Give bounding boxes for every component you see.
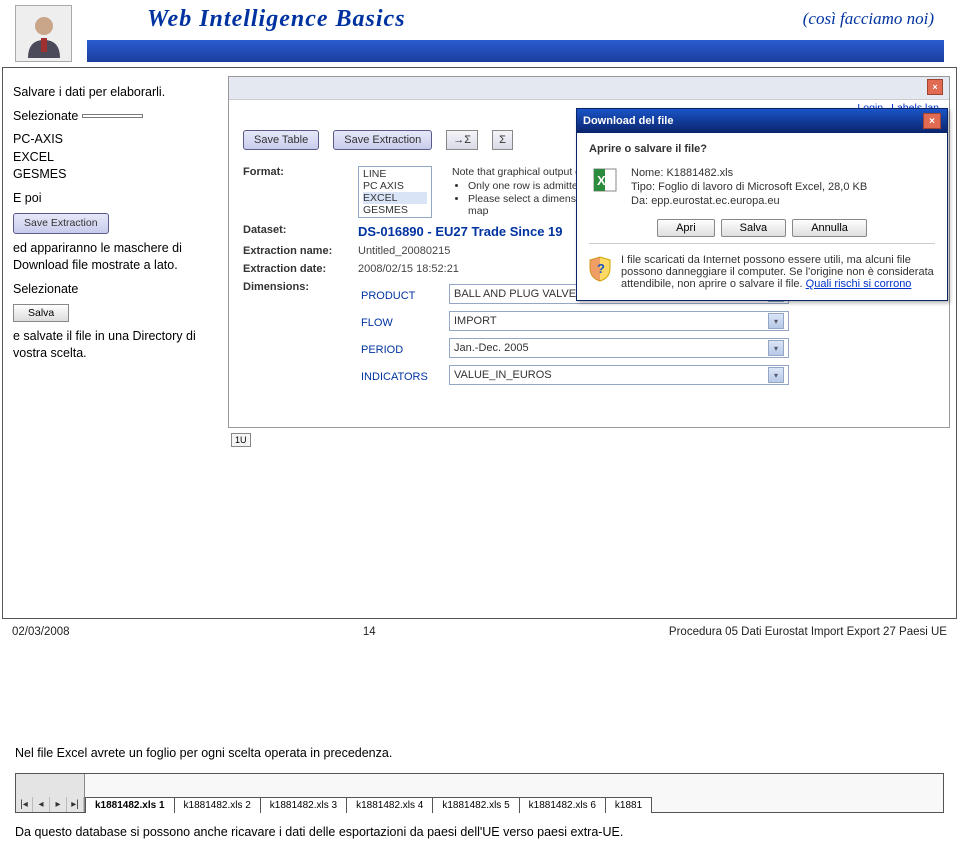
instr-p4: Selezionate <box>13 281 233 299</box>
file-type: Foglio di lavoro di Microsoft Excel, 28,… <box>658 181 867 193</box>
download-dialog: Download del file × Aprire o salvare il … <box>576 108 948 301</box>
sigma-arrow-button[interactable]: →Σ <box>446 130 478 150</box>
extname-label: Extraction name: <box>243 245 332 257</box>
below-note-1: Nel file Excel avrete un foglio per ogni… <box>15 746 944 760</box>
exit-icon[interactable]: × <box>927 79 943 95</box>
dialog-question: Aprire o salvare il file? <box>589 143 935 155</box>
format-listbox[interactable]: LINE PC AXIS EXCEL GESMES <box>358 166 432 218</box>
format-label: Format: <box>243 166 284 178</box>
instructions-column: Salvare i dati per elaborarli. Seleziona… <box>5 78 233 369</box>
save-table-button[interactable]: Save Table <box>243 130 319 150</box>
dataset-label: Dataset: <box>243 224 286 236</box>
instr-p3: ed appariranno le maschere di Download f… <box>13 240 233 275</box>
instr-p1: Salvare i dati per elaborarli. <box>13 84 233 102</box>
browser-bar: × <box>229 77 949 100</box>
dim-period-label: PERIOD <box>360 337 446 362</box>
extdate-value: 2008/02/15 18:52:21 <box>358 263 459 275</box>
apri-button[interactable]: Apri <box>657 219 715 237</box>
annulla-button[interactable]: Annulla <box>792 219 867 237</box>
close-icon[interactable]: × <box>923 113 941 129</box>
sheet-tab[interactable]: k1881482.xls 6 <box>519 797 606 813</box>
sheet-tab[interactable]: k1881482.xls 5 <box>432 797 519 813</box>
sheet-nav[interactable]: |◂◂▸▸| <box>16 774 85 812</box>
header: Web Intelligence Basics (così facciamo n… <box>0 0 959 62</box>
instr-p2a: Selezionate <box>13 109 78 123</box>
svg-text:X: X <box>597 173 606 188</box>
below-note-2: Da questo database si possono anche rica… <box>15 825 944 839</box>
extdate-label: Extraction date: <box>243 263 326 275</box>
excel-sheet-tabs: |◂◂▸▸| k1881482.xls 1 k1881482.xls 2 k18… <box>15 773 944 813</box>
ruler-mark: 1U <box>231 433 251 447</box>
header-bar <box>87 40 944 62</box>
excel-file-icon: X <box>589 165 621 209</box>
sheet-tab[interactable]: k1881482.xls 2 <box>174 797 261 813</box>
file-source: epp.eurostat.ec.europa.eu <box>651 195 779 207</box>
file-name: K1881482.xls <box>666 167 733 179</box>
dataset-value: DS-016890 - EU27 Trade Since 19 <box>358 224 563 239</box>
save-extraction-button-inline[interactable]: Save Extraction <box>13 213 109 234</box>
sigma-button[interactable]: Σ <box>492 130 513 150</box>
instr-p5: e salvate il file in una Directory di vo… <box>13 328 233 363</box>
page-title: Web Intelligence Basics <box>147 6 406 33</box>
avatar <box>15 5 72 62</box>
dim-product-label: PRODUCT <box>360 283 446 308</box>
shield-icon: ? <box>589 254 611 290</box>
save-extraction-button[interactable]: Save Extraction <box>333 130 432 150</box>
salva-button[interactable]: Salva <box>721 219 787 237</box>
dim-flow-label: FLOW <box>360 310 446 335</box>
svg-text:?: ? <box>597 261 605 276</box>
dim-indicators-label: INDICATORS <box>360 364 446 389</box>
format-select-inline[interactable] <box>82 114 143 118</box>
sheet-tab[interactable]: k1881482.xls 3 <box>260 797 347 813</box>
person-icon <box>20 10 68 58</box>
instr-p2b: E poi <box>13 190 233 208</box>
dim-period-select[interactable]: Jan.-Dec. 2005▾ <box>449 338 789 358</box>
dims-label: Dimensions: <box>243 281 309 293</box>
risks-link[interactable]: Quali rischi si corrono <box>806 278 912 290</box>
dialog-title: Download del file <box>583 115 673 127</box>
sheet-tab[interactable]: k1881 <box>605 797 652 813</box>
sheet-tab[interactable]: k1881482.xls 1 <box>85 797 175 813</box>
page-subtitle: (così facciamo noi) <box>803 9 934 29</box>
sheet-tab[interactable]: k1881482.xls 4 <box>346 797 433 813</box>
extname-value: Untitled_20080215 <box>358 245 450 257</box>
dim-flow-select[interactable]: IMPORT▾ <box>449 311 789 331</box>
salva-button-inline[interactable]: Salva <box>13 304 69 322</box>
dim-indicators-select[interactable]: VALUE_IN_EUROS▾ <box>449 365 789 385</box>
content-box: Salvare i dati per elaborarli. Seleziona… <box>2 67 957 619</box>
